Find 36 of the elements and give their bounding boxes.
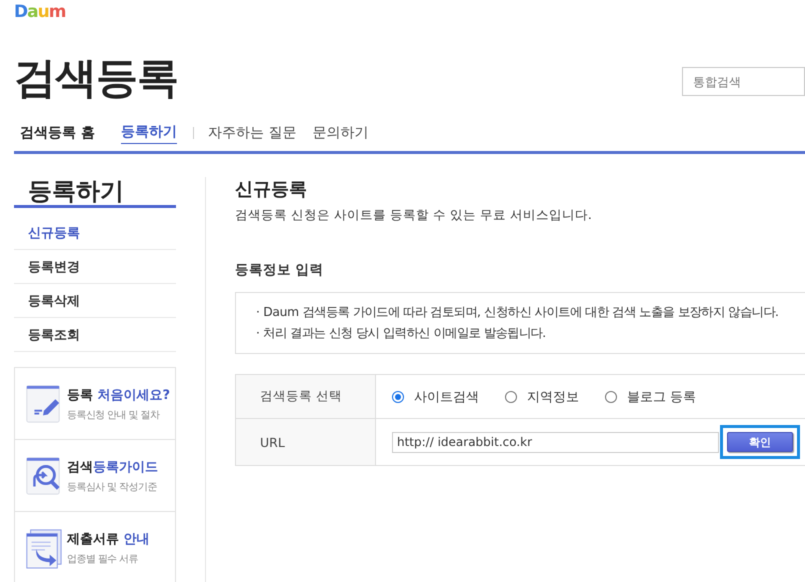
page-title: 검색등록: [14, 52, 178, 104]
promo-title: 검색등록가이드: [67, 458, 158, 476]
radio-button[interactable]: [605, 390, 617, 402]
description-text: 검색등록 신청은 사이트를 등록할 수 있는 무료 서비스입니다.: [235, 207, 593, 224]
radio-label[interactable]: 사이트검색: [414, 388, 479, 406]
promo-subtitle: 등록심사 및 작성기준: [67, 480, 158, 494]
url-field[interactable]: http:// idearabbit.co.kr: [392, 432, 719, 452]
search-field[interactable]: 통합검색: [682, 67, 805, 96]
form-label: URL: [236, 419, 376, 465]
nav-link[interactable]: 문의하기: [312, 122, 368, 144]
sidebar-item[interactable]: 신규등록: [14, 216, 176, 250]
promo-title: 제출서류 안내: [67, 530, 150, 548]
radio-label[interactable]: 블로그 등록: [627, 388, 696, 406]
nav-link[interactable]: 검색등록 홈: [20, 122, 95, 144]
form-label: 검색등록 선택: [236, 375, 376, 418]
radio-label[interactable]: 지역정보: [527, 388, 579, 406]
promo-card[interactable]: 등록 처음이세요? 등록신청 안내 및 절차: [15, 368, 175, 440]
promo-title: 등록 처음이세요?: [67, 386, 170, 404]
notice-text: · Daum 검색등록 가이드에 따라 검토되며, 신청하신 사이트에 대한 검색 노출을 보장하지 않습니다.: [256, 304, 780, 321]
radio-button[interactable]: [392, 390, 404, 402]
sidebar-item[interactable]: 등록변경: [14, 250, 176, 284]
form-heading: 등록정보 입력: [235, 261, 325, 279]
radio-button[interactable]: [505, 390, 517, 402]
daum-logo[interactable]: Daum: [14, 2, 66, 22]
promo-subtitle: 등록신청 안내 및 절차: [67, 408, 161, 422]
sidebar-item[interactable]: 등록삭제: [14, 284, 176, 318]
sidebar-title: 등록하기: [14, 157, 176, 208]
promo-card[interactable]: 제출서류 안내 업종별 필수 서류: [15, 512, 175, 582]
nav-link[interactable]: 등록하기: [120, 121, 177, 144]
promo-card[interactable]: 검색등록가이드 등록심사 및 작성기준: [15, 440, 175, 512]
section-title: 신규등록: [235, 178, 308, 202]
confirm-button[interactable]: 확인: [727, 432, 793, 452]
promo-subtitle: 업종별 필수 서류: [67, 552, 139, 566]
sidebar-item[interactable]: 등록조회: [14, 318, 176, 352]
notice-text: · 처리 결과는 신청 당시 입력하신 이메일로 발송됩니다.: [256, 325, 547, 342]
nav-link[interactable]: 자주하는 질문: [208, 122, 296, 144]
